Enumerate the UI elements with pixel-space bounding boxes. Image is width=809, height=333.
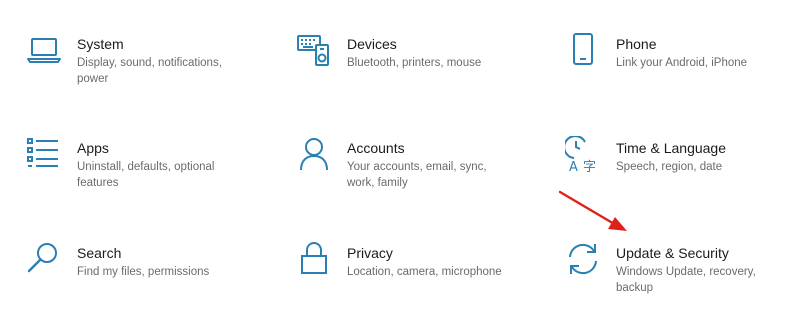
phone-icon [565, 32, 601, 72]
tile-title: Apps [77, 140, 109, 156]
search-icon [26, 241, 62, 281]
tile-title: Accounts [347, 140, 405, 156]
tile-accounts[interactable]: Accounts Your accounts, email, sync, wor… [296, 136, 526, 206]
tile-description: Display, sound, notifications, power [77, 57, 222, 85]
tile-title: Time & Language [616, 140, 726, 156]
devices-icon [296, 32, 332, 72]
tile-description: Link your Android, iPhone [616, 57, 748, 69]
tile-description: Your accounts, email, sync, work, family [347, 161, 487, 189]
tile-description: Location, camera, microphone [347, 266, 502, 278]
tile-description: Find my files, permissions [77, 266, 210, 278]
lock-icon [296, 241, 332, 281]
tile-privacy[interactable]: Privacy Location, camera, microphone [296, 241, 526, 311]
tile-title: Search [77, 245, 122, 261]
refresh-icon [565, 241, 601, 281]
svg-text:A: A [569, 160, 578, 174]
tile-title: Privacy [347, 245, 393, 261]
person-icon [296, 136, 332, 176]
tile-update-security[interactable]: Update & Security Windows Update, recove… [565, 241, 795, 311]
tile-description: Bluetooth, printers, mouse [347, 57, 482, 69]
tile-description: Windows Update, recovery, backup [616, 266, 756, 294]
tile-system[interactable]: System Display, sound, notifications, po… [26, 32, 256, 102]
tile-devices[interactable]: Devices Bluetooth, printers, mouse [296, 32, 526, 102]
tile-title: System [77, 36, 124, 52]
tile-description: Speech, region, date [616, 161, 723, 173]
laptop-icon [26, 32, 62, 72]
tile-title: Phone [616, 36, 657, 52]
tile-search[interactable]: Search Find my files, permissions [26, 241, 256, 311]
tile-phone[interactable]: Phone Link your Android, iPhone [565, 32, 795, 102]
tile-title: Update & Security [616, 245, 729, 261]
tile-apps[interactable]: Apps Uninstall, defaults, optional featu… [26, 136, 256, 206]
svg-text:字: 字 [583, 160, 596, 174]
apps-list-icon [26, 136, 62, 176]
settings-grid: System Display, sound, notifications, po… [0, 0, 809, 333]
tile-description: Uninstall, defaults, optional features [77, 161, 215, 189]
time-language-icon: A 字 [565, 136, 601, 176]
tile-title: Devices [347, 36, 397, 52]
tile-time-language[interactable]: A 字 Time & Language Speech, region, date [565, 136, 795, 206]
